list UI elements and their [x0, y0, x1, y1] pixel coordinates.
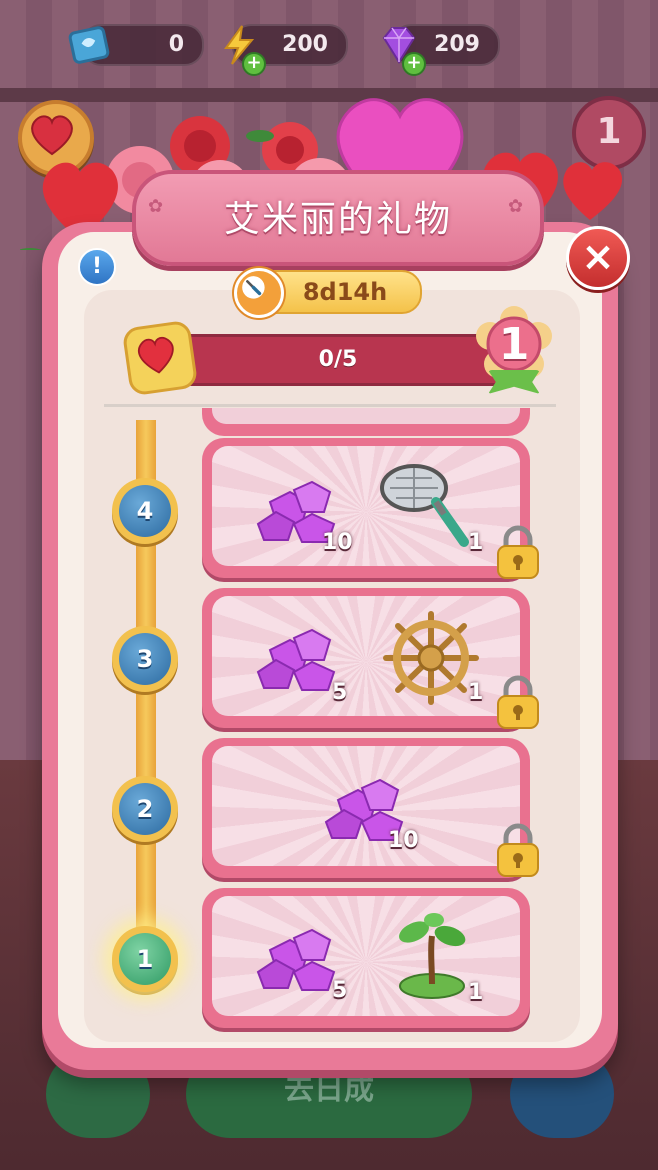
divider [104, 404, 556, 407]
reward-quantity: 1 [468, 980, 484, 1005]
tier-number: 2 [136, 795, 154, 823]
panel-title: 艾米丽的礼物 [223, 199, 452, 240]
sapling-icon [399, 913, 466, 999]
progress-text: 0/5 [318, 347, 358, 372]
reward-quantity: 5 [332, 680, 348, 705]
reward-quantity: 1 [468, 530, 484, 555]
tier-number: 1 [136, 945, 154, 973]
add-energy-icon[interactable]: + [242, 52, 266, 76]
lock-icon [497, 525, 539, 579]
close-button[interactable]: × [566, 226, 630, 290]
ticket-icon [68, 26, 110, 64]
lock-icon [497, 823, 539, 877]
tier-node-3: 3 [112, 626, 178, 692]
add-gems-icon[interactable]: + [402, 52, 426, 76]
gem-pile-icon [256, 928, 336, 991]
tier-number: 3 [136, 645, 154, 673]
info-button[interactable]: ! [78, 248, 116, 286]
reward-quantity: 5 [332, 978, 348, 1003]
ticket-counter[interactable]: 0 [68, 24, 204, 66]
progress-heart-icon [121, 319, 199, 397]
gem-counter[interactable]: + 209 [382, 24, 500, 76]
tier-node-2: 2 [112, 776, 178, 842]
tier-number: 4 [136, 497, 154, 525]
level-number: 1 [498, 319, 530, 370]
timer-text: 8d14h [302, 278, 388, 306]
background-main-button-label: 去日成 [284, 1072, 374, 1107]
reward-quantity: 10 [388, 828, 419, 853]
clock-icon [234, 268, 284, 318]
energy-count: 200 [282, 32, 328, 57]
progress-bar: 0/5 [160, 334, 516, 386]
energy-counter[interactable]: + 200 [224, 24, 348, 76]
tier-node-1: 1 [112, 926, 178, 992]
tier-node-4: 4 [112, 478, 178, 544]
net-strainer-icon [380, 464, 469, 547]
event-timer: 8d14h [234, 268, 422, 318]
gem-pile-icon [256, 628, 336, 691]
reward-card-peek-inner [212, 408, 520, 424]
gem-count: 209 [434, 32, 480, 57]
reward-quantity: 10 [322, 530, 353, 555]
lock-icon [497, 675, 539, 729]
ticket-count: 0 [168, 32, 184, 57]
reward-quantity: 1 [468, 680, 484, 705]
